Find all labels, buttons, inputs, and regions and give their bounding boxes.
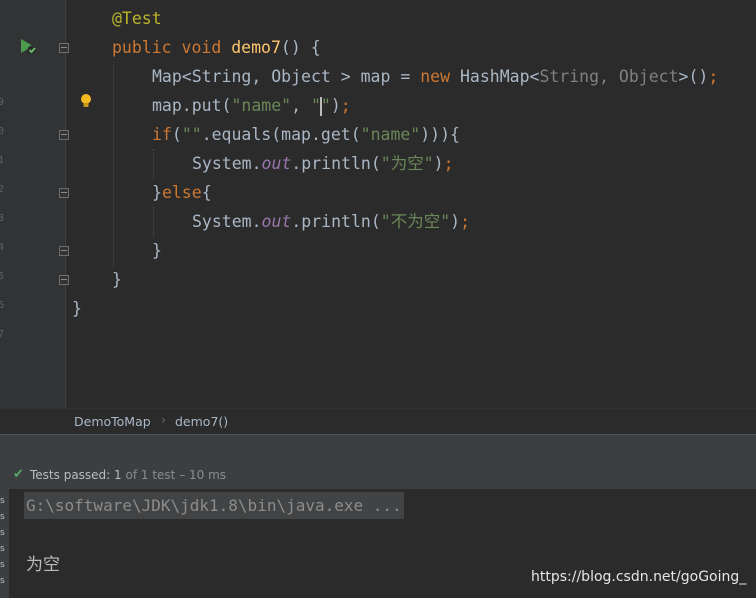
line-number-fragment: 4 xyxy=(0,242,5,253)
code-token: () { xyxy=(280,38,321,57)
console-marker: s xyxy=(0,496,5,506)
line-number-fragment: 7 xyxy=(0,329,5,340)
code-token: >() xyxy=(678,67,709,86)
code-token: new xyxy=(420,67,451,86)
code-token: ; xyxy=(340,96,351,115)
code-line[interactable]: } xyxy=(152,236,162,265)
code-token: } xyxy=(112,270,122,289)
code-token: ) xyxy=(330,96,341,115)
code-token: out xyxy=(261,154,292,173)
code-token: map.put( xyxy=(152,96,232,115)
code-line[interactable]: map.put("name", ""); xyxy=(152,91,351,120)
lightbulb-intention-icon[interactable] xyxy=(80,93,92,109)
code-token: .println( xyxy=(291,154,381,173)
code-line[interactable]: } xyxy=(72,294,82,323)
code-token: Map<String, Object > map = xyxy=(152,67,421,86)
code-token: ; xyxy=(443,154,454,173)
tests-passed-count: 1 xyxy=(114,468,122,482)
test-status-text: Tests passed: 1 of 1 test – 10 ms xyxy=(30,468,226,482)
code-token: if xyxy=(152,125,172,144)
code-line[interactable]: System.out.println("为空"); xyxy=(192,149,454,178)
code-editor[interactable]: 9 0 1 2 3 4 5 6 7 @Test public void demo7… xyxy=(0,0,756,408)
console-marker: s xyxy=(0,528,5,538)
line-number-fragment: 1 xyxy=(0,155,5,166)
editor-gutter: 9 0 1 2 3 4 5 6 7 xyxy=(0,0,66,408)
code-line[interactable]: Map<String, Object > map = new HashMap<S… xyxy=(152,62,718,91)
code-token: @Test xyxy=(112,9,162,28)
code-token: , xyxy=(291,96,311,115)
code-token: } xyxy=(152,241,162,260)
console-marker: s xyxy=(0,512,5,522)
fold-marker-icon[interactable] xyxy=(59,188,69,198)
code-token: ; xyxy=(708,67,719,86)
fold-marker-icon[interactable] xyxy=(59,130,69,140)
line-number-fragment: 9 xyxy=(0,97,5,108)
fold-marker-icon[interactable] xyxy=(59,275,69,285)
code-line[interactable]: } xyxy=(112,265,122,294)
code-token: void xyxy=(181,38,222,57)
code-line[interactable]: @Test xyxy=(112,4,162,33)
code-token: ; xyxy=(460,212,471,231)
line-number-fragment: 2 xyxy=(0,184,5,195)
code-token: String, Object xyxy=(539,67,679,86)
tests-passed-label: Tests passed: xyxy=(30,468,111,482)
code-token: ( xyxy=(171,125,182,144)
code-token: ))){ xyxy=(420,125,460,144)
test-status-bar: ✔ Tests passed: 1 of 1 test – 10 ms xyxy=(0,461,756,489)
console-marker: s xyxy=(0,544,5,554)
breadcrumb-chevron-icon: › xyxy=(161,413,166,427)
code-token: "不为空" xyxy=(380,212,451,231)
console-marker: s xyxy=(0,560,5,570)
code-line[interactable]: if("".equals(map.get("name"))){ xyxy=(152,120,460,149)
run-test-icon[interactable] xyxy=(18,36,38,56)
indent-guide xyxy=(153,207,154,237)
code-token: } xyxy=(152,183,162,202)
run-console[interactable]: s s s s s s G:\software\JDK\jdk1.8\bin\j… xyxy=(0,489,756,598)
code-token: public xyxy=(112,38,172,57)
code-token: "name" xyxy=(231,96,292,115)
code-token: "为空" xyxy=(380,154,434,173)
code-token: .equals(map.get( xyxy=(201,125,361,144)
check-icon: ✔ xyxy=(13,467,24,482)
code-token: .println( xyxy=(291,212,381,231)
fold-marker-icon[interactable] xyxy=(59,246,69,256)
console-marker: s xyxy=(0,576,5,586)
line-number-fragment: 6 xyxy=(0,300,5,311)
indent-guide xyxy=(153,149,154,179)
breadcrumb-method[interactable]: demo7() xyxy=(175,414,228,429)
line-number-fragment: 5 xyxy=(0,271,5,282)
code-line[interactable]: System.out.println("不为空"); xyxy=(192,207,470,236)
code-line[interactable]: public void demo7() { xyxy=(112,33,321,62)
code-token: System. xyxy=(192,154,262,173)
code-token: "" xyxy=(181,125,202,144)
code-token: { xyxy=(201,183,212,202)
breadcrumb-class[interactable]: DemoToMap xyxy=(74,414,151,429)
code-token: ) xyxy=(450,212,461,231)
indent-guide xyxy=(113,62,114,267)
watermark-text: https://blog.csdn.net/goGoing_ xyxy=(531,569,747,585)
code-token: } xyxy=(72,299,82,318)
breadcrumb: DemoToMap › demo7() xyxy=(0,408,756,435)
console-gutter: s s s s s s xyxy=(0,489,9,598)
line-number-fragment: 0 xyxy=(0,126,5,137)
fold-marker-icon[interactable] xyxy=(59,43,69,53)
tool-window-divider[interactable] xyxy=(0,434,756,462)
code-token: ) xyxy=(433,154,444,173)
line-number-fragment: 3 xyxy=(0,213,5,224)
code-token: out xyxy=(261,212,292,231)
code-token: " xyxy=(320,96,331,115)
code-token: demo7 xyxy=(231,38,281,57)
code-token: else xyxy=(161,183,202,202)
code-token: System. xyxy=(192,212,262,231)
code-token: "name" xyxy=(360,125,421,144)
code-token: HashMap< xyxy=(450,67,540,86)
console-command-line[interactable]: G:\software\JDK\jdk1.8\bin\java.exe ... xyxy=(24,492,404,519)
console-output: 为空 xyxy=(26,555,60,575)
code-line[interactable]: }else{ xyxy=(152,178,212,207)
tests-summary: of 1 test – 10 ms xyxy=(121,468,227,482)
